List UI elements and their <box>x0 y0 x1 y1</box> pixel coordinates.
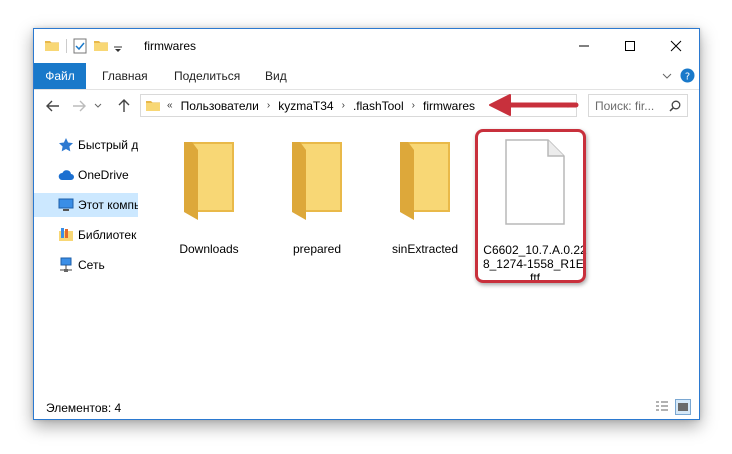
folder-item-sinextracted[interactable]: sinExtracted <box>380 134 470 264</box>
folder-icon <box>146 100 160 111</box>
computer-icon <box>58 198 74 211</box>
folder-icon <box>45 41 59 51</box>
tab-view[interactable]: Вид <box>265 63 287 89</box>
minimize-icon <box>579 45 589 47</box>
maximize-button[interactable] <box>607 29 653 63</box>
folder-icon <box>400 142 450 220</box>
file-name: prepared <box>292 242 342 256</box>
search-input[interactable]: Поиск: fir... <box>588 94 688 117</box>
large-icons-view-icon[interactable] <box>675 399 691 415</box>
cloud-icon <box>58 170 74 180</box>
tab-home[interactable]: Главная <box>102 63 148 89</box>
quick-access-toolbar <box>44 29 123 63</box>
file-name: Downloads <box>179 242 239 256</box>
sidebar-item-quick-access[interactable]: Быстрый д <box>34 133 138 157</box>
search-placeholder: Поиск: fir... <box>595 98 655 113</box>
arrow-up-icon <box>118 99 130 112</box>
sidebar-item-network[interactable]: Сеть <box>34 253 138 277</box>
sidebar-item-label: Этот компь <box>78 198 138 212</box>
folder-icon <box>184 142 234 220</box>
status-bar: Элементов: 4 <box>34 394 699 420</box>
navigation-pane: Быстрый д OneDrive Этот компь Библиотек … <box>34 122 138 394</box>
breadcrumb-users[interactable]: Пользователи <box>181 99 259 113</box>
maximize-icon <box>625 41 635 51</box>
close-icon <box>670 40 682 52</box>
file-name: sinExtracted <box>391 242 459 256</box>
svg-text:?: ? <box>685 72 690 83</box>
sidebar-item-this-pc[interactable]: Этот компь <box>34 193 138 217</box>
sidebar-item-onedrive[interactable]: OneDrive <box>34 163 138 187</box>
title-bar: firmwares <box>34 29 699 63</box>
breadcrumb-flashtool[interactable]: .flashTool <box>353 99 404 113</box>
expand-ribbon-icon[interactable] <box>662 72 672 80</box>
item-count: Элементов: 4 <box>46 401 122 415</box>
breadcrumb-overflow[interactable]: « <box>167 100 173 111</box>
explorer-window: firmwares Файл Главная Поделиться Вид ? <box>33 28 700 420</box>
sidebar-item-label: Сеть <box>78 258 105 272</box>
folder-item-prepared[interactable]: prepared <box>272 134 362 264</box>
arrow-left-icon <box>46 100 59 112</box>
minimize-button[interactable] <box>561 29 607 63</box>
arrow-annotation-icon <box>489 94 579 116</box>
close-button[interactable] <box>653 29 699 63</box>
chevron-right-icon[interactable]: › <box>267 100 270 111</box>
chevron-right-icon[interactable]: › <box>342 100 345 111</box>
help-icon[interactable]: ? <box>680 68 695 83</box>
window-title: firmwares <box>144 39 197 53</box>
forward-button[interactable] <box>69 95 89 117</box>
up-button[interactable] <box>114 95 134 117</box>
tab-share[interactable]: Поделиться <box>174 63 240 89</box>
arrow-right-icon <box>73 100 86 112</box>
folder-item-downloads[interactable]: Downloads <box>164 134 254 264</box>
ribbon-tabs: Файл Главная Поделиться Вид ? <box>34 63 699 90</box>
sidebar-item-label: OneDrive <box>78 168 129 182</box>
sidebar-item-label: Библиотек <box>78 228 137 242</box>
chevron-down-icon <box>94 103 102 108</box>
breadcrumb-firmwares[interactable]: firmwares <box>423 99 475 113</box>
new-folder-icon[interactable] <box>93 38 109 54</box>
details-view-icon[interactable] <box>654 399 670 415</box>
file-list: Downloads prepared sinExtracted C6602_10… <box>138 122 699 394</box>
navigation-bar: « Пользователи › kyzmaT34 › .flashTool ›… <box>34 90 699 122</box>
recent-locations-button[interactable] <box>93 95 103 117</box>
network-icon <box>60 257 72 272</box>
sidebar-item-libraries[interactable]: Библиотек <box>34 223 138 247</box>
folder-icon <box>292 142 342 220</box>
star-icon <box>59 138 73 152</box>
properties-icon[interactable] <box>73 38 87 54</box>
search-icon[interactable] <box>669 100 681 112</box>
divider <box>66 39 67 53</box>
selection-annotation <box>475 129 586 283</box>
breadcrumb-user[interactable]: kyzmaT34 <box>278 99 333 113</box>
back-button[interactable] <box>43 95 63 117</box>
chevron-right-icon[interactable]: › <box>412 100 415 111</box>
tab-file[interactable]: Файл <box>34 63 86 89</box>
library-icon <box>59 228 73 241</box>
chevron-down-icon[interactable] <box>113 38 123 54</box>
sidebar-item-label: Быстрый д <box>78 138 138 152</box>
